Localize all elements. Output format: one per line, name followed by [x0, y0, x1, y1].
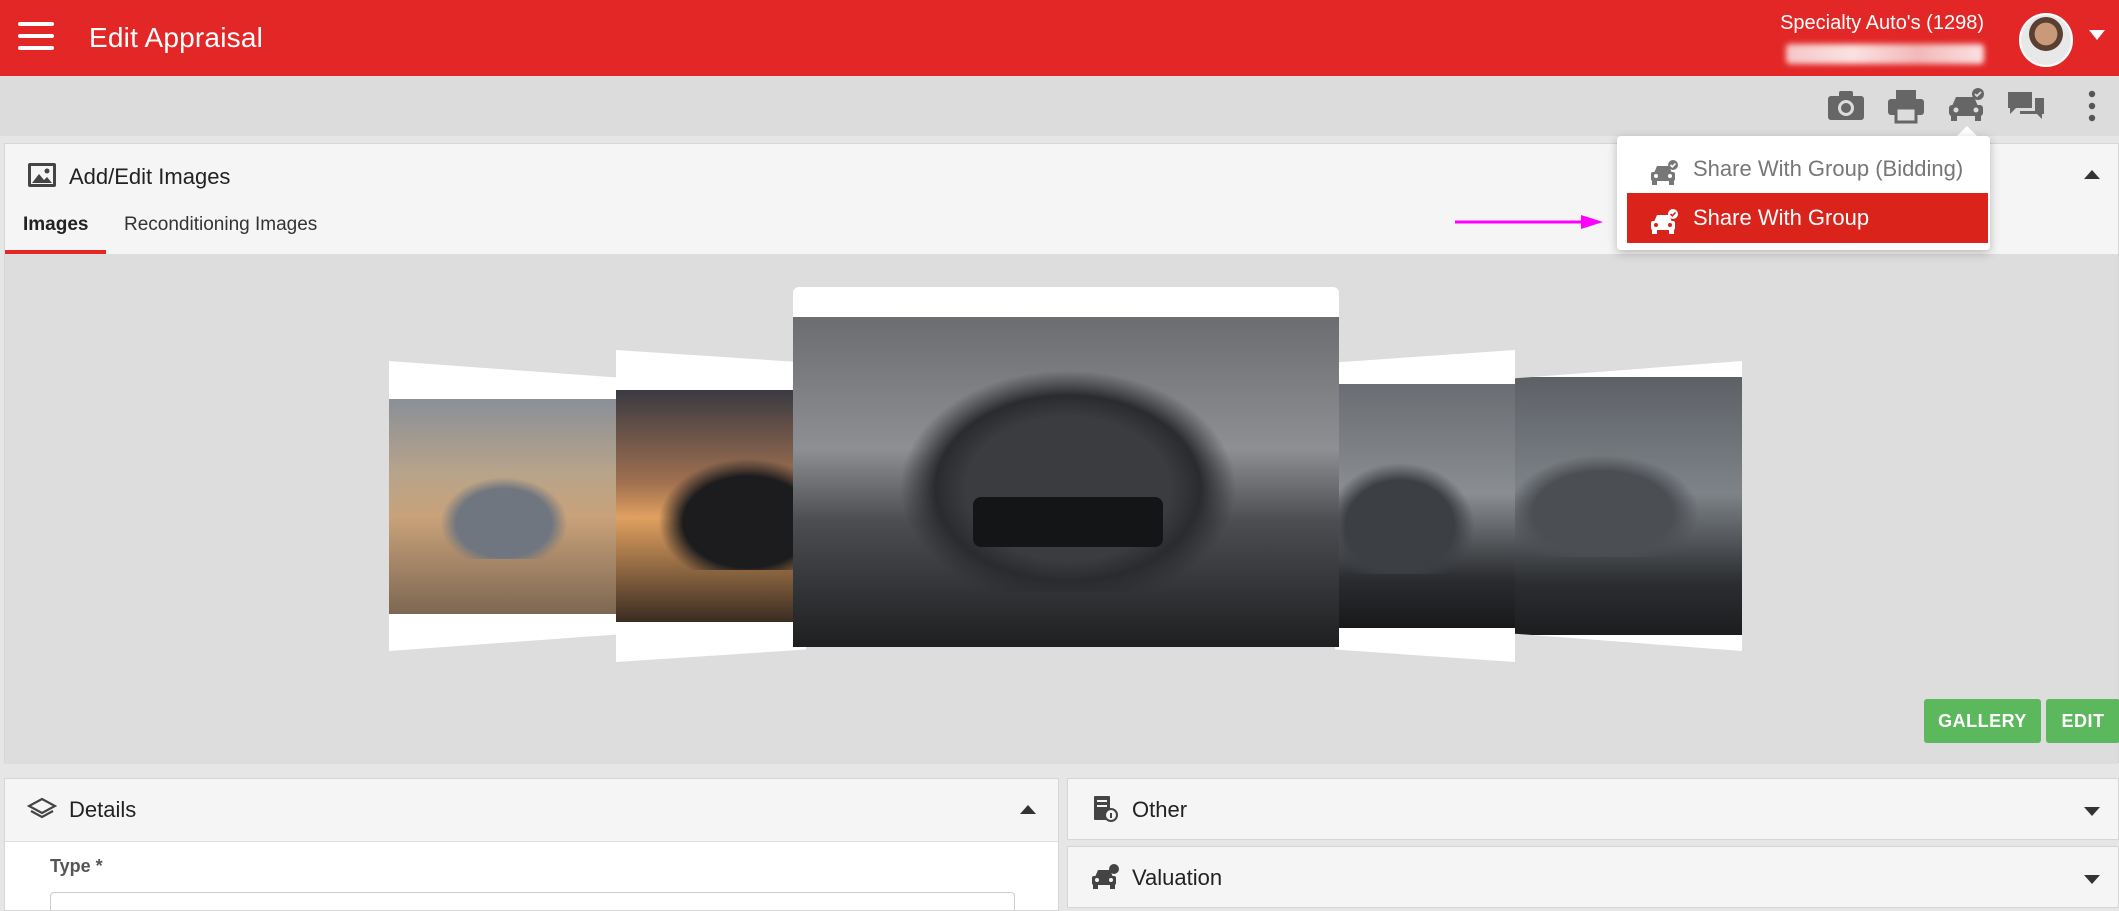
chevron-down-icon[interactable]	[2084, 875, 2100, 884]
chevron-up-icon[interactable]	[2084, 170, 2100, 179]
valuation-panel[interactable]: Valuation	[1067, 846, 2119, 908]
annotation-arrow	[1455, 212, 1605, 232]
chevron-down-icon[interactable]	[2084, 807, 2100, 816]
layers-icon	[26, 795, 58, 823]
images-panel-title: Add/Edit Images	[69, 164, 231, 189]
other-panel[interactable]: Other	[1067, 778, 2119, 840]
top-app-bar: Edit Appraisal Specialty Auto's (1298)	[0, 0, 2119, 76]
tab-images[interactable]: Images	[5, 204, 107, 254]
details-panel-title[interactable]: Details	[69, 797, 136, 823]
print-icon[interactable]	[1886, 88, 1926, 124]
document-info-icon	[1090, 795, 1120, 823]
carousel-image[interactable]	[1513, 361, 1742, 651]
details-body: Type *	[5, 841, 1058, 910]
menu-item-share-with-group[interactable]: Share With Group	[1627, 193, 1988, 243]
car-dollar-icon	[1090, 863, 1120, 891]
menu-item-label: Share With Group	[1693, 205, 1870, 230]
chevron-down-icon[interactable]	[2089, 30, 2105, 40]
tab-reconditioning-images[interactable]: Reconditioning Images	[106, 204, 335, 254]
user-name-redacted	[1786, 44, 1984, 64]
carousel-image[interactable]	[1335, 350, 1515, 662]
car-share-icon	[1649, 155, 1679, 185]
carousel-image[interactable]	[389, 361, 629, 651]
dealer-name: Specialty Auto's (1298)	[1780, 12, 1984, 34]
page-title: Edit Appraisal	[89, 22, 264, 53]
carousel-image-active[interactable]	[793, 287, 1339, 647]
camera-icon[interactable]	[1826, 88, 1866, 124]
other-panel-title: Other	[1132, 797, 1188, 822]
chat-icon[interactable]	[2006, 88, 2046, 124]
type-field-label: Type *	[50, 856, 103, 876]
action-toolbar	[0, 76, 2119, 136]
image-icon	[27, 162, 57, 188]
details-panel: Details Type *	[4, 778, 1059, 911]
gallery-button[interactable]: GALLERY	[1924, 699, 2041, 743]
chevron-up-icon[interactable]	[1020, 805, 1036, 814]
share-dropdown-menu: Share With Group (Bidding) Share With Gr…	[1617, 136, 1990, 250]
valuation-panel-title: Valuation	[1132, 865, 1223, 890]
image-carousel: GALLERY EDIT	[5, 254, 2119, 764]
avatar[interactable]	[2019, 13, 2073, 67]
car-share-icon[interactable]	[1946, 88, 1986, 124]
menu-item-label: Share With Group (Bidding)	[1693, 156, 1964, 181]
type-select[interactable]	[50, 892, 1015, 910]
edit-button[interactable]: EDIT	[2046, 699, 2119, 743]
hamburger-icon[interactable]	[18, 22, 54, 54]
more-vert-icon[interactable]	[2072, 88, 2112, 124]
menu-item-share-with-group-bidding[interactable]: Share With Group (Bidding)	[1627, 144, 1988, 194]
carousel-image[interactable]	[616, 350, 806, 662]
car-share-icon	[1649, 204, 1679, 234]
